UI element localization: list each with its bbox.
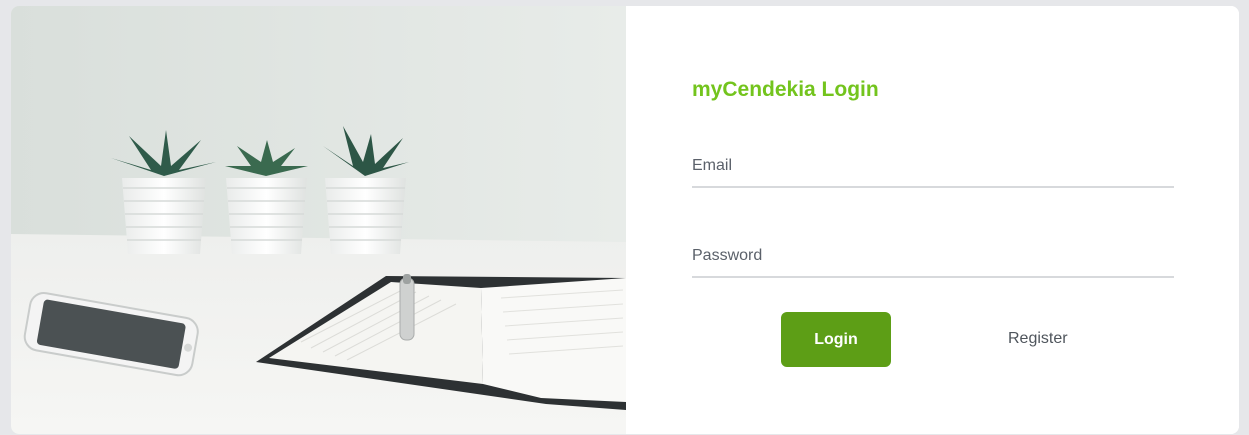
login-card: myCendekia Login Login Register [11,6,1239,434]
login-form: myCendekia Login Login Register [626,6,1239,434]
register-link[interactable]: Register [1008,330,1068,348]
email-field[interactable] [692,146,1174,188]
login-button[interactable]: Login [781,312,891,367]
password-field[interactable] [692,236,1174,278]
login-title: myCendekia Login [692,78,879,101]
desk-photo [11,6,626,434]
desk-scene-image [11,6,626,434]
